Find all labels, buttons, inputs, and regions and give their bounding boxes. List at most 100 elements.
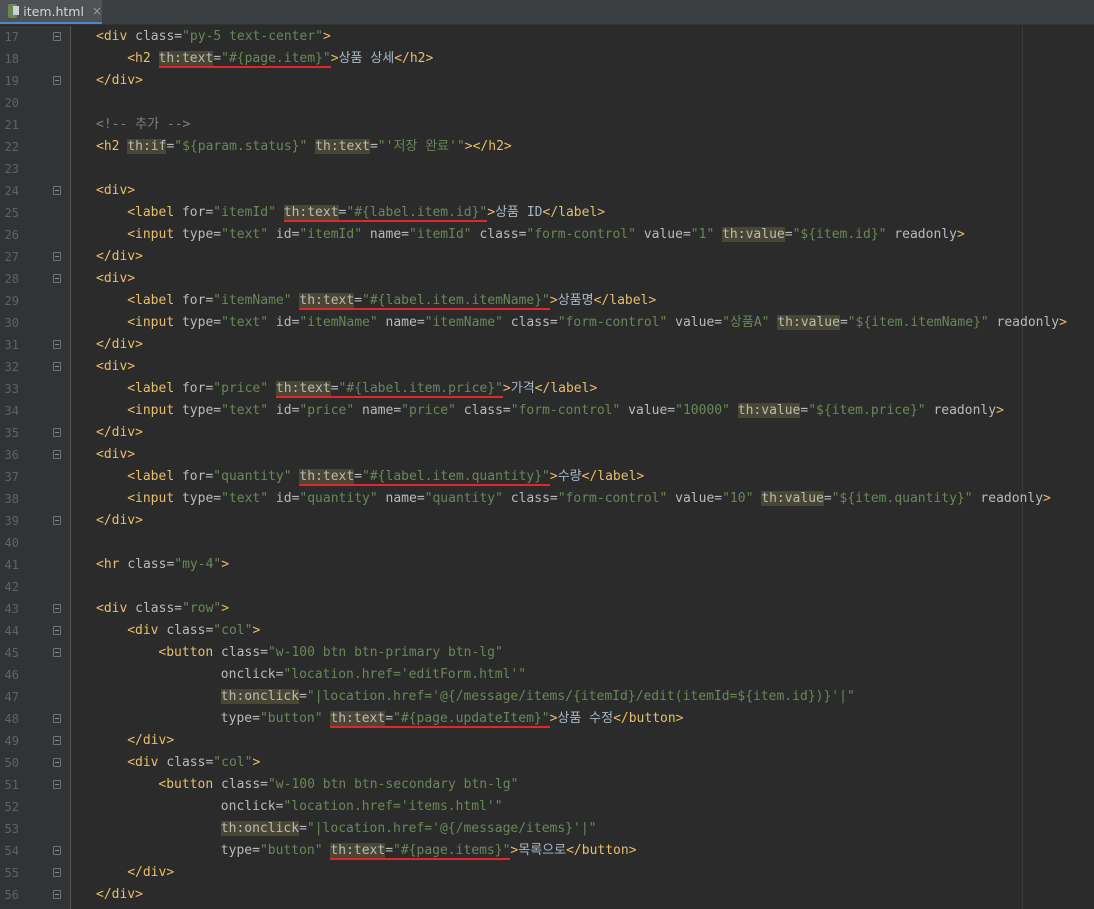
code-line[interactable]: 26 <input type="text" id="itemId" name="i… [0,224,1094,246]
fold-marker-icon[interactable] [53,428,61,437]
code-line[interactable]: 40 [0,532,1094,554]
tab-item-html[interactable]: item.html × [0,0,102,24]
code-line[interactable]: 39 </div> [0,510,1094,532]
code-line[interactable]: 25 <label for="itemId" th:text="#{label.i… [0,202,1094,224]
code-line[interactable]: 54 type="button" th:text="#{page.items}">… [0,840,1094,862]
code-token: > [221,601,230,616]
code-line[interactable]: 33 <label for="price" th:text="#{label.it… [0,378,1094,400]
code-line[interactable]: 47 th:onclick="|location.href='@{/message… [0,686,1094,708]
line-number: 21 [4,118,19,132]
code-editor[interactable]: 17 <div class="py-5 text-center"> 18 <h2 th… [0,26,1094,909]
code-line[interactable]: 18 <h2 th:text="#{page.item}">상품 상세</h2> [0,48,1094,70]
code-token: > [252,755,261,770]
code-token: </div> [96,887,143,902]
code-line[interactable]: 36 <div> [0,444,1094,466]
fold-marker-icon[interactable] [53,846,61,855]
fold-marker-icon[interactable] [53,780,61,789]
fold-marker-icon[interactable] [53,362,61,371]
code-line[interactable]: 32 <div> [0,356,1094,378]
fold-marker-icon[interactable] [53,274,61,283]
code-token: 상품 ID [495,205,543,220]
line-number: 17 [4,30,19,44]
code-line[interactable]: 55 </div> [0,862,1094,884]
code-token: "|location.href='@{/message/items/{itemI… [306,689,855,704]
code-token: "10" [722,491,754,506]
code-line[interactable]: 42 [0,576,1094,598]
fold-marker-icon[interactable] [53,450,61,459]
line-number: 35 [4,426,19,440]
code-line[interactable]: 56 </div> [0,884,1094,906]
line-number: 22 [4,140,19,154]
fold-marker-icon[interactable] [53,648,61,657]
line-number: 20 [4,96,19,110]
thymeleaf-attribute-token: th:text [330,711,386,728]
code-token: 상품명 [557,293,594,308]
code-text: <div> [96,180,135,202]
fold-marker-icon[interactable] [53,890,61,899]
code-token: > [956,227,965,242]
code-line[interactable]: 34 <input type="text" id="price" name="pr… [0,400,1094,422]
code-token: name= [377,491,425,506]
code-token: = [299,821,307,836]
code-line[interactable]: 24 <div> [0,180,1094,202]
fold-marker-icon[interactable] [53,32,61,41]
code-line[interactable]: 28 <div> [0,268,1094,290]
code-line[interactable]: 20 [0,92,1094,114]
line-number: 49 [4,734,19,748]
code-line[interactable]: 31 </div> [0,334,1094,356]
line-number: 55 [4,866,19,880]
code-line[interactable]: 53 th:onclick="|location.href='@{/message… [0,818,1094,840]
code-line[interactable]: 49 </div> [0,730,1094,752]
code-line[interactable]: 52 onclick="location.href='items.html'" [0,796,1094,818]
code-line[interactable]: 37 <label for="quantity" th:text="#{label… [0,466,1094,488]
code-token: "button" [259,711,323,726]
fold-marker-icon[interactable] [53,252,61,261]
fold-marker-icon[interactable] [53,736,61,745]
code-text: <button class="w-100 btn btn-secondary b… [158,774,518,796]
fold-marker-icon[interactable] [53,626,61,635]
code-line[interactable]: 21 <!-- 추가 --> [0,114,1094,136]
code-line[interactable]: 38 <input type="text" id="quantity" name=… [0,488,1094,510]
fold-marker-icon[interactable] [53,868,61,877]
code-token: "location.href='editForm.html'" [283,667,527,682]
code-line[interactable]: 48 type="button" th:text="#{page.updateIt… [0,708,1094,730]
code-token: "form-control" [510,403,621,418]
code-line[interactable]: 43 <div class="row"> [0,598,1094,620]
code-line[interactable]: 35 </div> [0,422,1094,444]
line-number: 32 [4,360,19,374]
code-line[interactable]: 19 </div> [0,70,1094,92]
code-text: </div> [127,730,174,752]
code-text: th:onclick="|location.href='@{/message/i… [220,818,597,840]
code-text: <label for="price" th:text="#{label.item… [127,378,597,400]
code-line[interactable]: 27 </div> [0,246,1094,268]
code-line[interactable]: 22 <h2 th:if="${param.status}" th:text="'… [0,136,1094,158]
code-line[interactable]: 46 onclick="location.href='editForm.html'… [0,664,1094,686]
code-line[interactable]: 50 <div class="col"> [0,752,1094,774]
fold-marker-icon[interactable] [53,758,61,767]
code-line[interactable]: 51 <button class="w-100 btn btn-secondary… [0,774,1094,796]
code-line[interactable]: 23 [0,158,1094,180]
code-line[interactable]: 30 <input type="text" id="itemName" name=… [0,312,1094,334]
fold-marker-icon[interactable] [53,516,61,525]
code-line[interactable]: 17 <div class="py-5 text-center"> [0,26,1094,48]
fold-marker-icon[interactable] [53,714,61,723]
code-token: id= [268,227,300,242]
code-line[interactable]: 29 <label for="itemName" th:text="#{label… [0,290,1094,312]
code-token: 상품 상세 [338,51,395,66]
code-line[interactable]: 45 <button class="w-100 btn btn-primary b… [0,642,1094,664]
code-text: <div> [96,268,135,290]
code-token: <input [127,403,182,418]
code-token: </div> [96,249,143,264]
thymeleaf-attribute-token: th:text [315,139,370,154]
code-lines[interactable]: 17 <div class="py-5 text-center"> 18 <h2 th… [0,26,1094,906]
fold-marker-icon[interactable] [53,340,61,349]
fold-marker-icon[interactable] [53,186,61,195]
tab-filename: item.html [23,3,84,19]
close-tab-icon[interactable]: × [92,5,102,17]
fold-marker-icon[interactable] [53,604,61,613]
line-number: 42 [4,580,19,594]
code-line[interactable]: 41 <hr class="my-4"> [0,554,1094,576]
code-line[interactable]: 44 <div class="col"> [0,620,1094,642]
fold-marker-icon[interactable] [53,76,61,85]
code-token: <label [127,205,182,220]
